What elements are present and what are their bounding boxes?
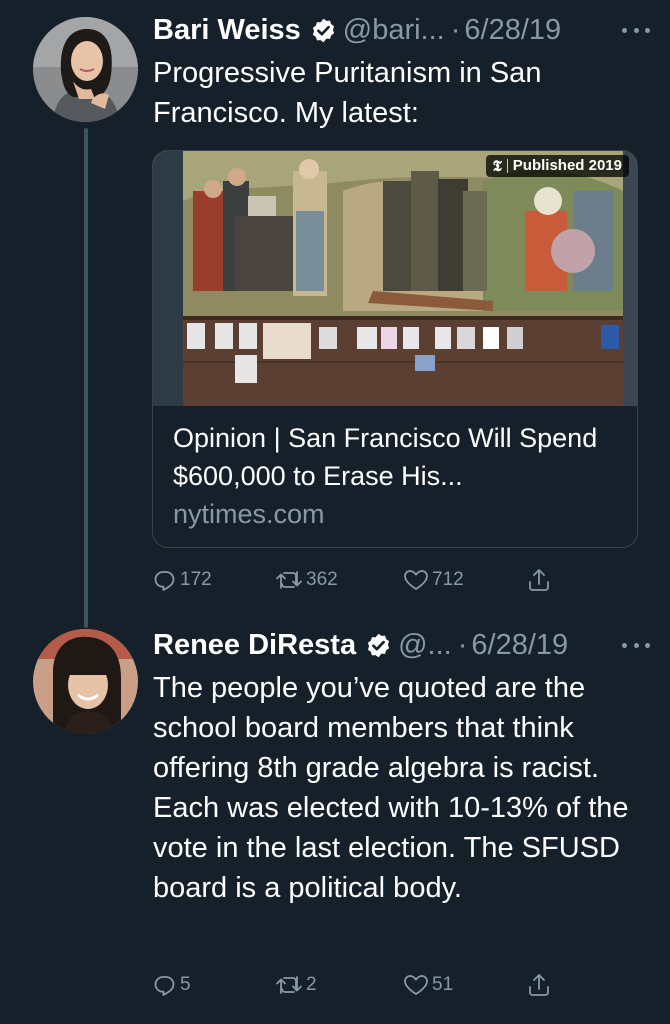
like-count: 712 [432,569,464,590]
avatar[interactable] [33,629,138,734]
card-text: Opinion | San Francisco Will Spend $600,… [173,419,623,533]
tweet-text: Progressive Puritanism in San Francisco.… [153,57,542,129]
reply-button[interactable]: 172 [153,565,212,595]
tweet[interactable]: Renee DiResta @... · 6/28/19 The people … [0,615,670,1024]
tweet-actions: 172 362 712 [153,565,573,595]
share-button[interactable] [527,565,551,595]
share-icon [529,569,549,591]
thread-connector-line [84,128,88,628]
share-button[interactable] [527,970,551,1000]
separator-dot: · [457,629,468,661]
reply-button[interactable]: 5 [153,970,191,1000]
author-handle[interactable]: @... [398,628,452,662]
avatar[interactable] [33,17,138,122]
retweet-icon [276,571,302,589]
like-button[interactable]: 51 [403,970,453,1000]
badge-label: Published 2019 [512,157,622,174]
more-dots-icon[interactable] [622,628,650,662]
retweet-button[interactable]: 2 [275,970,317,1000]
tweet-header: Bari Weiss @bari... · 6/28/19 [153,13,650,47]
author-name[interactable]: Bari Weiss [153,13,301,47]
card-title: Opinion | San Francisco Will Spend $600,… [173,423,598,491]
share-icon [529,974,549,996]
retweet-count: 2 [306,974,317,995]
reply-icon [154,571,175,591]
like-button[interactable]: 712 [403,565,464,595]
heart-icon [404,570,428,590]
reply-count: 172 [180,569,212,590]
retweet-button[interactable]: 362 [275,565,338,595]
more-dots-icon[interactable] [622,13,650,47]
tweet-date[interactable]: 6/28/19 [471,628,568,662]
retweet-count: 362 [306,569,338,590]
retweet-icon [276,976,302,994]
reply-count: 5 [180,974,191,995]
tweet-header: Renee DiResta @... · 6/28/19 [153,628,650,662]
like-count: 51 [432,974,454,995]
tweet-text: The people you’ve quoted are the school … [153,672,629,904]
link-preview-card[interactable]: 𝕿 Published 2019 Opinion | San Francisco… [152,150,638,548]
tweet-date[interactable]: 6/28/19 [464,13,561,47]
verified-badge-icon [365,632,392,659]
author-name[interactable]: Renee DiResta [153,628,356,662]
badge-divider [506,159,508,173]
verified-badge-icon [310,17,337,44]
tweet[interactable]: Bari Weiss @bari... · 6/28/19 Progressiv… [0,0,670,628]
author-handle[interactable]: @bari... [343,13,445,47]
card-domain: nytimes.com [173,499,325,529]
tweet-actions: 5 2 51 [153,970,573,1000]
card-image: 𝕿 Published 2019 [153,151,637,406]
published-badge: 𝕿 Published 2019 [485,155,629,177]
separator-dot: · [450,14,461,46]
reply-icon [154,976,175,996]
nyt-logo-icon: 𝕿 [492,157,502,175]
heart-icon [404,975,428,995]
tweet-thread: Bari Weiss @bari... · 6/28/19 Progressiv… [0,0,670,1024]
